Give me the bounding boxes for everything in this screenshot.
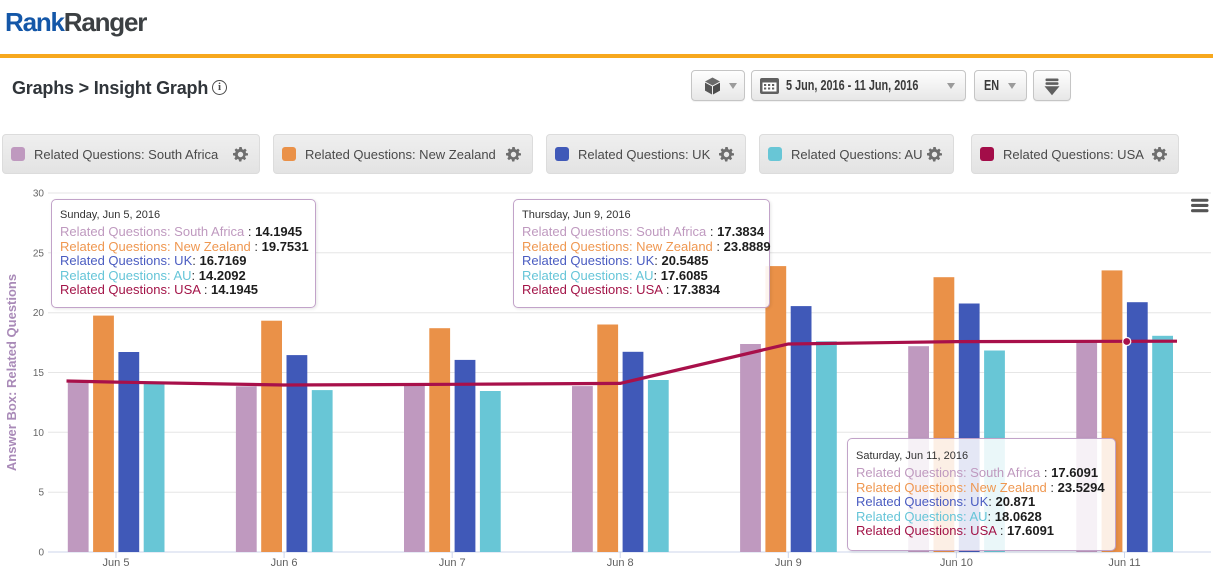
svg-text:10: 10: [33, 428, 45, 439]
svg-text:Jun 7: Jun 7: [439, 557, 466, 569]
svg-text:20: 20: [33, 308, 45, 319]
svg-text:Jun 6: Jun 6: [271, 557, 298, 569]
svg-text:Jun 8: Jun 8: [607, 557, 634, 569]
svg-text:Answer Box: Related Questions: Answer Box: Related Questions: [4, 274, 19, 471]
svg-text:15: 15: [33, 368, 45, 379]
svg-text:Jun 11: Jun 11: [1108, 557, 1140, 569]
svg-text:0: 0: [38, 548, 44, 559]
svg-text:30: 30: [33, 189, 45, 200]
svg-text:Jun 5: Jun 5: [103, 557, 130, 569]
svg-text:Jun 10: Jun 10: [940, 557, 973, 569]
svg-text:Jun 9: Jun 9: [775, 557, 802, 569]
svg-text:25: 25: [33, 248, 45, 259]
svg-text:5: 5: [38, 488, 44, 499]
